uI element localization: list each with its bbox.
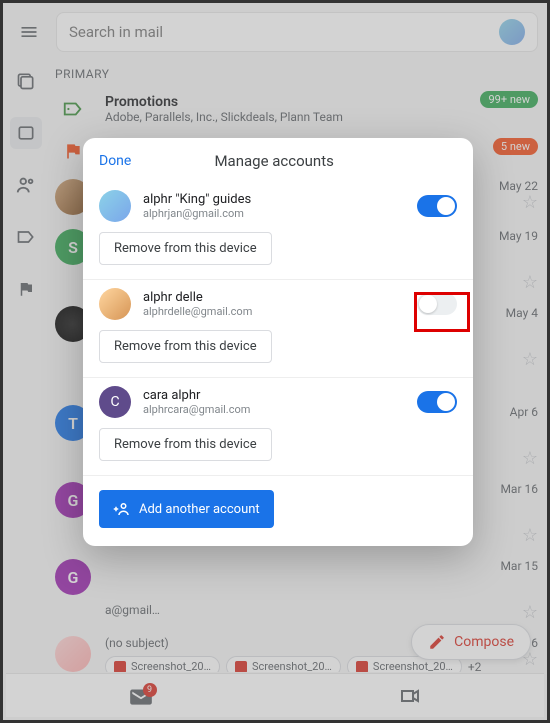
- account-name: cara alphr: [143, 388, 405, 403]
- account-name: alphr "King" guides: [143, 192, 405, 207]
- remove-device-button[interactable]: Remove from this device: [99, 232, 272, 265]
- account-avatar: [99, 190, 131, 222]
- remove-device-button[interactable]: Remove from this device: [99, 428, 272, 461]
- modal-title: Manage accounts: [91, 152, 457, 170]
- account-item: C cara alphr alphrcara@gmail.com Remove …: [83, 378, 473, 476]
- add-account-label: Add another account: [139, 502, 260, 517]
- account-name: alphr delle: [143, 290, 405, 305]
- account-toggle[interactable]: [417, 391, 457, 413]
- manage-accounts-modal: Done Manage accounts alphr "King" guides…: [83, 138, 473, 546]
- annotation-highlight: [414, 292, 470, 332]
- account-email: alphrcara@gmail.com: [143, 403, 405, 416]
- person-add-icon: [113, 500, 131, 518]
- account-avatar: C: [99, 386, 131, 418]
- account-email: alphrjan@gmail.com: [143, 207, 405, 220]
- account-avatar: [99, 288, 131, 320]
- account-email: alphrdelle@gmail.com: [143, 305, 405, 318]
- account-item: alphr "King" guides alphrjan@gmail.com R…: [83, 182, 473, 280]
- remove-device-button[interactable]: Remove from this device: [99, 330, 272, 363]
- add-account-button[interactable]: Add another account: [99, 490, 274, 528]
- account-toggle[interactable]: [417, 195, 457, 217]
